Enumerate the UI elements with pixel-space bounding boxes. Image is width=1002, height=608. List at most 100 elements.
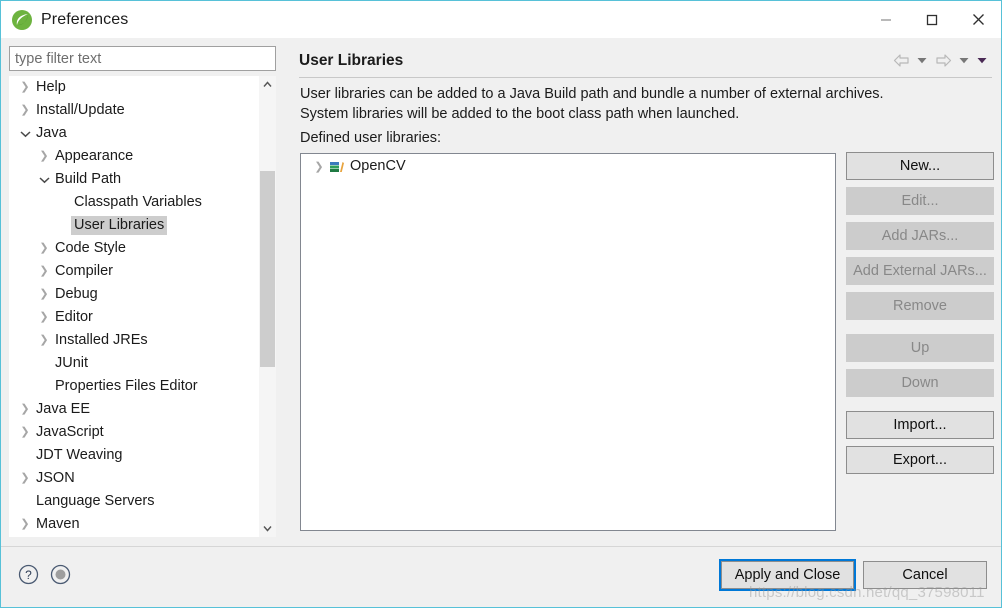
export-button[interactable]: Export... [846,446,994,474]
filter-input[interactable] [9,46,276,71]
tree-item-maven[interactable]: ❯ Maven [9,513,259,536]
chevron-right-icon[interactable]: ❯ [36,243,52,254]
tree-item-label: Compiler [55,263,114,279]
tree-item-label: User Libraries [71,216,168,235]
tree-item-help[interactable]: ❯ Help [9,76,259,99]
chevron-right-icon[interactable]: ❯ [36,312,52,323]
tree-item-json[interactable]: ❯ JSON [9,467,259,490]
preferences-dialog: Preferences type filter text ❯ Help ❯ In… [0,0,1002,608]
chevron-right-icon[interactable]: ❯ [36,151,52,162]
library-name: OpenCV [350,158,406,174]
window-title: Preferences [41,10,129,28]
tree-item-jdt-weaving[interactable]: JDT Weaving [9,444,259,467]
tree-item-junit[interactable]: JUnit [9,352,259,375]
minimize-icon [881,18,891,21]
window-controls [863,1,1001,38]
scrollbar-thumb[interactable] [260,171,275,367]
tree-item-properties-files-editor[interactable]: Properties Files Editor [9,375,259,398]
maximize-icon [926,14,938,25]
watermark-text: https://blog.csdn.net/qq_37598011 [749,584,985,601]
chevron-down-icon[interactable] [17,128,33,140]
svg-text:?: ? [25,568,32,582]
up-button: Up [846,334,994,362]
tree-item-label: Installed JREs [55,332,148,348]
maximize-button[interactable] [909,1,955,38]
chevron-right-icon[interactable]: ❯ [311,160,327,173]
tree-item-label: Language Servers [36,493,155,509]
page-pane: User Libraries User libraries can be add… [290,38,1001,546]
chevron-right-icon[interactable]: ❯ [36,266,52,277]
library-list-item[interactable]: ❯ OpenCV [301,154,835,178]
tree-item-user-libraries[interactable]: User Libraries [9,214,259,237]
close-button[interactable] [955,1,1001,38]
new-button[interactable]: New... [846,152,994,180]
dialog-body: ❯Help❯Install/UpdateJava❯AppearanceBuild… [1,38,1001,546]
import-button[interactable]: Import... [846,411,994,439]
tree-item-label: Build Path [55,171,122,187]
tree-item-label: JDT Weaving [36,447,123,463]
chevron-right-icon[interactable]: ❯ [17,427,33,438]
tree-item-code-style[interactable]: ❯ Code Style [9,237,259,260]
preference-tree-pane: ❯Help❯Install/UpdateJava❯AppearanceBuild… [1,38,284,546]
forward-history-button[interactable] [956,50,972,72]
tree-item-label: JSON [36,470,75,486]
tree-item-javascript[interactable]: ❯ JavaScript [9,421,259,444]
tree-item-java-ee[interactable]: ❯ Java EE [9,398,259,421]
chevron-right-icon[interactable]: ❯ [17,82,33,93]
tree-item-classpath-variables[interactable]: Classpath Variables [9,191,259,214]
spring-leaf-icon [12,9,32,30]
defined-libraries-label: Defined user libraries: [300,130,442,146]
back-arrow-icon [893,54,909,67]
chevron-down-icon [917,58,927,64]
scroll-down-button[interactable] [259,520,276,537]
close-icon [972,14,984,25]
tree-item-java[interactable]: Java [9,122,259,145]
tree-item-label: Java EE [36,401,90,417]
chevron-right-icon[interactable]: ❯ [36,289,52,300]
tree-item-label: Code Style [55,240,126,256]
chevron-down-icon [263,526,272,532]
down-button: Down [846,369,994,397]
chevron-down-icon [977,58,987,64]
tree-item-label: Debug [55,286,98,302]
page-header: User Libraries [299,44,992,78]
tree-item-label: Help [36,79,66,95]
tree-item-appearance[interactable]: ❯ Appearance [9,145,259,168]
tree-item-editor[interactable]: ❯ Editor [9,306,259,329]
tree-item-install-update[interactable]: ❯ Install/Update [9,99,259,122]
tree-item-label: Maven [36,516,80,532]
scroll-up-button[interactable] [259,76,276,93]
forward-arrow-icon [935,54,951,67]
add-external-jars-button: Add External JARs... [846,257,994,285]
tree-item-installed-jres[interactable]: ❯ Installed JREs [9,329,259,352]
help-question-icon[interactable]: ? [18,564,39,585]
tree-item-language-servers[interactable]: Language Servers [9,490,259,513]
tree-scrollbar[interactable] [258,76,276,537]
tree-item-build-path[interactable]: Build Path [9,168,259,191]
tree-item-label: Java [36,125,67,141]
chevron-right-icon[interactable]: ❯ [17,519,33,530]
preference-tree[interactable]: ❯ Help ❯ Install/Update Java ❯ Appearance Build… [9,76,276,537]
library-actions: New... Edit... Add JARs... Add External JAR… [846,152,994,481]
tree-item-label: Classpath Variables [74,194,202,210]
chevron-right-icon[interactable]: ❯ [36,335,52,346]
edit-button: Edit... [846,187,994,215]
chevron-right-icon[interactable]: ❯ [17,404,33,415]
view-menu-button[interactable] [974,50,990,72]
back-button[interactable] [890,50,912,72]
library-stack-icon [329,158,345,174]
preference-tree-items: ❯ Help ❯ Install/Update Java ❯ Appearance Build… [9,76,259,537]
chevron-right-icon[interactable]: ❯ [17,105,33,116]
user-libraries-list[interactable]: ❯ OpenCV [300,153,836,531]
back-history-button[interactable] [914,50,930,72]
forward-button[interactable] [932,50,954,72]
page-navigation [890,50,992,72]
tree-item-debug[interactable]: ❯ Debug [9,283,259,306]
chevron-right-icon[interactable]: ❯ [17,473,33,484]
chevron-down-icon[interactable] [36,174,52,186]
tree-item-label: Install/Update [36,102,125,118]
tree-item-compiler[interactable]: ❯ Compiler [9,260,259,283]
tree-item-label: Editor [55,309,93,325]
minimize-button[interactable] [863,1,909,38]
circle-dot-icon[interactable] [50,564,71,585]
